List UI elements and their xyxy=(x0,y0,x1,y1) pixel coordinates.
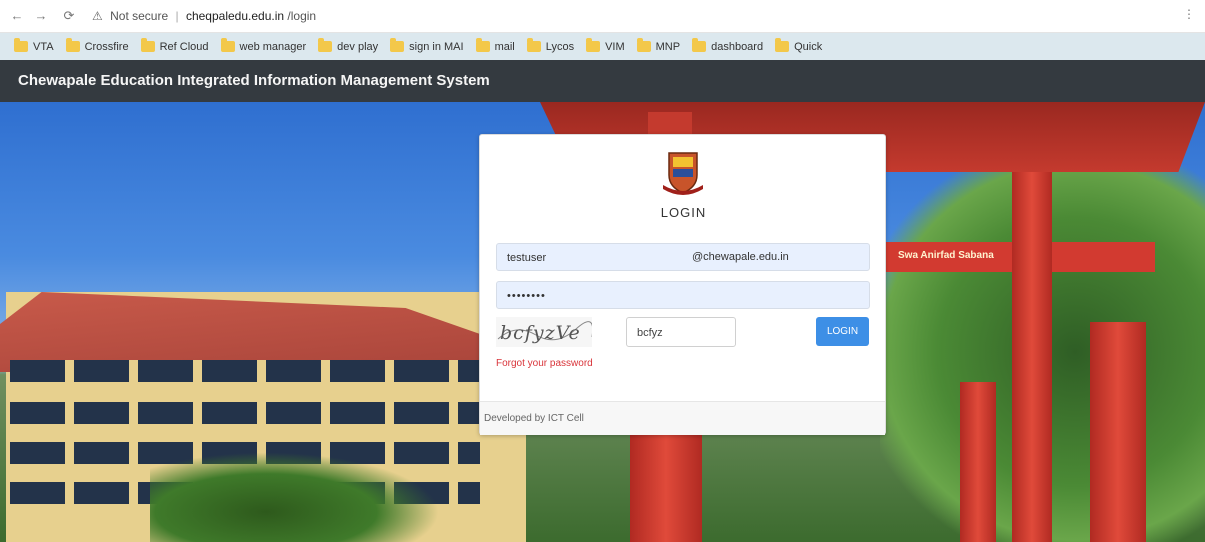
folder-icon xyxy=(586,38,601,52)
bookmark-item[interactable]: Quick xyxy=(775,38,823,53)
folder-icon xyxy=(775,38,790,52)
forward-icon[interactable]: → xyxy=(32,7,50,25)
bookmark-item[interactable]: VIM xyxy=(586,38,625,53)
bookmark-label: VIM xyxy=(605,40,625,53)
bookmark-item[interactable]: sign in MAI xyxy=(390,38,464,53)
bookmark-label: dev play xyxy=(337,40,379,53)
folder-icon xyxy=(390,38,405,52)
folder-icon xyxy=(475,38,490,52)
folder-icon xyxy=(220,38,235,52)
bookmark-item[interactable]: Crossfire xyxy=(65,38,129,53)
forgot-password-link[interactable]: Forgot your password xyxy=(496,358,593,369)
bookmark-item[interactable]: MNP xyxy=(636,38,681,53)
folder-icon xyxy=(318,38,333,52)
folder-icon xyxy=(140,38,155,52)
username-domain-suffix: @chewapale.edu.in xyxy=(692,251,789,263)
url-security-label: Not secure xyxy=(110,9,169,23)
torii-sign-text: Swa Anirfad Sabana xyxy=(898,250,994,261)
username-input[interactable]: testuser xyxy=(496,243,870,271)
bookmark-label: VTA xyxy=(33,40,54,53)
card-footer: Developed by ICT Cell xyxy=(480,401,885,435)
folder-icon xyxy=(14,38,28,52)
bookmark-label: sign in MAI xyxy=(409,40,464,53)
site-title: Chewapale Education Integrated Informati… xyxy=(0,60,1205,102)
login-card: LOGIN testuser @chewapale.edu.in •••••••… xyxy=(479,134,886,435)
back-icon[interactable]: ← xyxy=(8,7,26,25)
url-path: /login xyxy=(287,9,317,23)
bookmark-label: web manager xyxy=(239,40,307,53)
bookmark-label: Quick xyxy=(794,40,823,53)
school-crest-icon xyxy=(663,152,703,195)
captcha-text: bcfyzVe xyxy=(500,322,581,344)
bookmark-label: Ref Cloud xyxy=(159,40,209,53)
captcha-input[interactable]: bcfyz xyxy=(626,317,736,347)
folder-icon xyxy=(636,38,651,52)
bookmark-item[interactable]: mail xyxy=(475,38,515,53)
bookmark-label: mail xyxy=(494,40,515,53)
bookmark-label: MNP xyxy=(655,40,681,53)
bookmarks-bar: VTA Crossfire Ref Cloud web manager dev play… xyxy=(0,33,1205,60)
bookmark-item[interactable]: VTA xyxy=(14,38,54,53)
captcha-image: bcfyzVe xyxy=(496,317,592,347)
folder-icon xyxy=(65,38,80,52)
login-button[interactable]: LOGIN xyxy=(816,317,869,346)
bookmark-item[interactable]: Lycos xyxy=(526,38,575,53)
login-title: LOGIN xyxy=(660,205,707,220)
password-input[interactable]: •••••••• xyxy=(496,281,870,309)
bookmark-item[interactable]: web manager xyxy=(220,38,307,53)
bookmark-label: Lycos xyxy=(545,40,575,53)
browser-address-bar: ← → ⟳ ⚠ Not secure | cheqpaledu.edu.in /… xyxy=(0,0,1205,33)
url-field[interactable]: ⚠ Not secure | cheqpaledu.edu.in /login xyxy=(92,6,652,27)
bookmark-item[interactable]: dev play xyxy=(318,38,379,53)
bookmark-item[interactable]: Ref Cloud xyxy=(140,38,209,53)
ellipsis-vertical-icon[interactable]: ⋮ xyxy=(1183,7,1195,21)
bookmark-label: dashboard xyxy=(711,40,764,53)
folder-icon xyxy=(692,38,707,52)
bookmark-label: Crossfire xyxy=(84,40,129,53)
not-secure-icon[interactable]: ⚠ xyxy=(92,9,103,23)
url-host: cheqpaledu.edu.in xyxy=(185,9,285,23)
bookmark-item[interactable]: dashboard xyxy=(692,38,764,53)
folder-icon xyxy=(526,38,541,52)
reload-icon[interactable]: ⟳ xyxy=(60,7,78,25)
